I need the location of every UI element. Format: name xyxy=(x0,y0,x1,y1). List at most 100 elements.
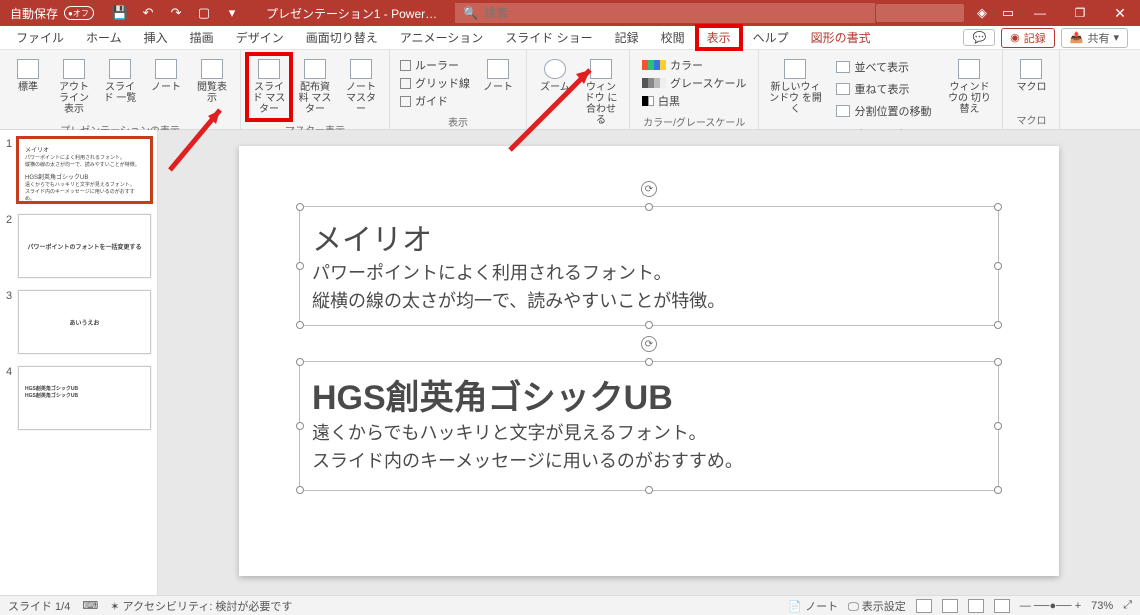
autosave-toggle[interactable]: ● オフ xyxy=(64,6,94,20)
share-chip[interactable]: 📤 共有 ▾ xyxy=(1061,28,1128,48)
btn-arrange-all[interactable]: 並べて表示 xyxy=(831,56,936,78)
user-name-redacted xyxy=(876,4,964,22)
btn-grayscale[interactable]: グレースケール xyxy=(640,74,748,92)
tab-shape-format[interactable]: 図形の書式 xyxy=(801,26,881,49)
work-area: 1 メイリオ パワーポイントによく利用されるフォント。 縦横の線の太さが均一で、… xyxy=(0,130,1140,595)
status-bar: スライド 1/4 ⌨ ✶ アクセシビリティ: 検討が必要です 📄 ノート 🖵 表… xyxy=(0,595,1140,615)
btn-normal[interactable]: 標準 xyxy=(6,54,50,98)
ribbon-tabs: ファイル ホーム 挿入 描画 デザイン 画面切り替え アニメーション スライド … xyxy=(0,26,1140,50)
btn-slide-sorter[interactable]: スライド 一覧 xyxy=(98,54,142,109)
tb2-title: HGS創英角ゴシックUB xyxy=(300,362,998,419)
btn-fit-window[interactable]: ウィンドウ に合わせる xyxy=(579,54,623,131)
tab-slideshow[interactable]: スライド ショー xyxy=(495,26,602,49)
search-box[interactable]: 🔍 xyxy=(455,3,875,23)
view-reading-icon[interactable] xyxy=(968,599,984,613)
thumbnail-1[interactable]: メイリオ パワーポイントによく利用されるフォント。 縦横の線の太さが均一で、読み… xyxy=(18,138,151,202)
rotate-handle-icon[interactable]: ⟳ xyxy=(641,336,657,352)
tab-insert[interactable]: 挿入 xyxy=(134,26,178,49)
comments-chip[interactable]: 💬 xyxy=(963,29,995,46)
tb2-line2: スライド内のキーメッセージに用いるのがおすすめ。 xyxy=(300,447,998,475)
minimize-button[interactable]: — xyxy=(1020,0,1060,26)
present-icon[interactable]: ▢ xyxy=(196,5,212,21)
zoom-value[interactable]: 73% xyxy=(1091,600,1113,612)
status-lang-icon[interactable]: ⌨ xyxy=(82,599,98,612)
btn-blackwhite[interactable]: 白黒 xyxy=(640,92,748,110)
group-window: 新しいウィンドウ を開く 並べて表示 重ねて表示 分割位置の移動 ウィンドウの … xyxy=(759,50,1003,129)
view-slideshow-icon[interactable] xyxy=(994,599,1010,613)
badge-icon[interactable]: ◈ xyxy=(974,5,990,21)
tb2-line1: 遠くからでもハッキリと文字が見えるフォント。 xyxy=(300,419,998,447)
tab-record[interactable]: 記録 xyxy=(605,26,649,49)
status-slide-count: スライド 1/4 xyxy=(8,598,70,614)
group-master-views: スライド マスター 配布資料 マスター ノート マスター マスター表示 xyxy=(241,50,390,129)
search-icon: 🔍 xyxy=(463,6,478,20)
tab-file[interactable]: ファイル xyxy=(6,26,74,49)
btn-cascade[interactable]: 重ねて表示 xyxy=(831,78,936,100)
tab-design[interactable]: デザイン xyxy=(226,26,294,49)
group-show: ルーラー グリッド線 ガイド ノート 表示 xyxy=(390,50,527,129)
group-zoom: ズーム ウィンドウ に合わせる ズーム xyxy=(527,50,630,129)
slide-canvas[interactable]: ⟳ メイリオ パワーポイントによく利用されるフォント。 縦横の線の太さが均一で、… xyxy=(158,130,1140,595)
ribbon-options-icon[interactable]: ▭ xyxy=(1000,5,1016,21)
btn-notes[interactable]: ノート xyxy=(476,54,520,98)
btn-switch-windows[interactable]: ウィンドウの 切り替え xyxy=(942,54,996,120)
view-normal-icon[interactable] xyxy=(916,599,932,613)
btn-handout-master[interactable]: 配布資料 マスター xyxy=(293,54,337,120)
tab-transitions[interactable]: 画面切り替え xyxy=(296,26,388,49)
fit-icon[interactable]: ⤢ xyxy=(1123,599,1132,612)
thumbnail-4[interactable]: HGS創英角ゴシックUBHGS創英角ゴシックUB xyxy=(18,366,151,430)
btn-slide-master[interactable]: スライド マスター xyxy=(247,54,291,120)
tab-view[interactable]: 表示 xyxy=(697,26,741,49)
more-icon[interactable]: ▾ xyxy=(224,5,240,21)
record-chip[interactable]: ◉ 記録 xyxy=(1001,28,1055,48)
tab-draw[interactable]: 描画 xyxy=(180,26,224,49)
btn-macros[interactable]: マクロ xyxy=(1009,54,1053,98)
group-color-grayscale: カラー グレースケール 白黒 カラー/グレースケール xyxy=(630,50,759,129)
undo-icon[interactable]: ↶ xyxy=(140,5,156,21)
status-a11y[interactable]: ✶ アクセシビリティ: 検討が必要です xyxy=(110,598,292,614)
rotate-handle-icon[interactable]: ⟳ xyxy=(641,181,657,197)
view-sorter-icon[interactable] xyxy=(942,599,958,613)
search-input[interactable] xyxy=(484,6,867,20)
btn-notes-master[interactable]: ノート マスター xyxy=(339,54,383,120)
slide-thumbnails: 1 メイリオ パワーポイントによく利用されるフォント。 縦横の線の太さが均一で、… xyxy=(0,130,158,595)
slide: ⟳ メイリオ パワーポイントによく利用されるフォント。 縦横の線の太さが均一で、… xyxy=(239,146,1059,576)
tab-review[interactable]: 校閲 xyxy=(651,26,695,49)
btn-color[interactable]: カラー xyxy=(640,56,748,74)
btn-outline[interactable]: アウトライン 表示 xyxy=(52,54,96,120)
btn-notes-page[interactable]: ノート xyxy=(144,54,188,98)
chk-guides[interactable]: ガイド xyxy=(400,92,470,110)
btn-new-window[interactable]: 新しいウィンドウ を開く xyxy=(765,54,825,120)
tb1-line2: 縦横の線の太さが均一で、読みやすいことが特徴。 xyxy=(300,287,998,315)
autosave-label: 自動保存 xyxy=(10,5,58,22)
title-bar: 自動保存 ● オフ 💾 ↶ ↷ ▢ ▾ プレゼンテーション1 - Power… … xyxy=(0,0,1140,26)
restore-button[interactable]: ❐ xyxy=(1060,0,1100,26)
status-notes[interactable]: 📄 ノート xyxy=(788,598,838,614)
quick-access-toolbar: 💾 ↶ ↷ ▢ ▾ xyxy=(104,5,248,21)
save-icon[interactable]: 💾 xyxy=(112,5,128,21)
btn-zoom[interactable]: ズーム xyxy=(533,54,577,98)
thumbnail-2[interactable]: パワーポイントのフォントを一括変更する xyxy=(18,214,151,278)
document-title: プレゼンテーション1 - Power… xyxy=(248,5,455,22)
chk-gridlines[interactable]: グリッド線 xyxy=(400,74,470,92)
group-macro: マクロ マクロ xyxy=(1003,50,1060,129)
tab-animations[interactable]: アニメーション xyxy=(390,26,494,49)
tab-home[interactable]: ホーム xyxy=(76,26,132,49)
zoom-slider[interactable]: — ──●── + xyxy=(1020,600,1081,612)
tab-help[interactable]: ヘルプ xyxy=(743,26,799,49)
close-button[interactable]: ✕ xyxy=(1100,0,1140,26)
thumbnail-3[interactable]: あいうえお xyxy=(18,290,151,354)
tb1-title: メイリオ xyxy=(300,207,998,259)
ribbon: 標準 アウトライン 表示 スライド 一覧 ノート 閲覧表示 プレゼンテーションの… xyxy=(0,50,1140,130)
chk-ruler[interactable]: ルーラー xyxy=(400,56,470,74)
btn-reading-view[interactable]: 閲覧表示 xyxy=(190,54,234,109)
group-presentation-views: 標準 アウトライン 表示 スライド 一覧 ノート 閲覧表示 プレゼンテーションの… xyxy=(0,50,241,129)
autosave[interactable]: 自動保存 ● オフ xyxy=(0,5,104,22)
tb1-line1: パワーポイントによく利用されるフォント。 xyxy=(300,259,998,287)
status-display[interactable]: 🖵 表示設定 xyxy=(848,598,906,614)
redo-icon[interactable]: ↷ xyxy=(168,5,184,21)
btn-move-split[interactable]: 分割位置の移動 xyxy=(831,100,936,122)
textbox-2[interactable]: ⟳ HGS創英角ゴシックUB 遠くからでもハッキリと文字が見えるフォント。 スラ… xyxy=(299,361,999,491)
user-area: ◈ ▭ xyxy=(876,4,1020,22)
textbox-1[interactable]: ⟳ メイリオ パワーポイントによく利用されるフォント。 縦横の線の太さが均一で、… xyxy=(299,206,999,326)
